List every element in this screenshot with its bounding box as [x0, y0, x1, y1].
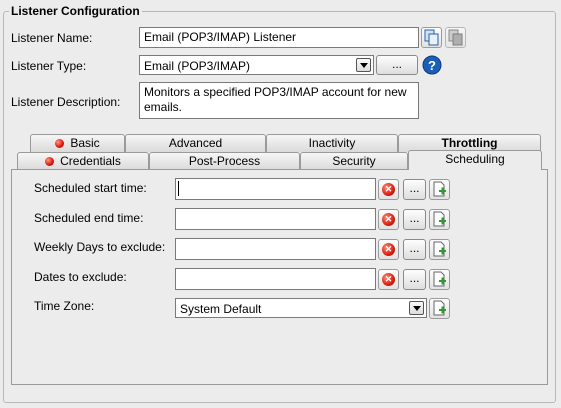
weekly-days-input[interactable] [175, 238, 376, 260]
dates-exclude-clear-button[interactable] [378, 269, 399, 290]
error-dot-icon [45, 157, 55, 166]
time-zone-label: Time Zone: [34, 299, 95, 313]
listener-type-browse-button[interactable]: ... [376, 55, 418, 75]
listener-name-input[interactable]: Email (POP3/IMAP) Listener [139, 27, 419, 48]
listener-description-label: Listener Description: [11, 95, 121, 109]
tab-post-process[interactable]: Post-Process [149, 152, 300, 170]
tab-credentials[interactable]: Credentials [17, 152, 149, 170]
paste-icon [448, 29, 463, 46]
listener-name-label: Listener Name: [11, 31, 93, 45]
paste-button[interactable] [445, 27, 466, 48]
weekly-days-browse-button[interactable]: ... [403, 239, 426, 260]
weekly-days-label: Weekly Days to exclude: [34, 240, 166, 254]
chevron-down-icon[interactable] [409, 301, 424, 315]
end-time-input[interactable] [175, 208, 376, 230]
add-variable-icon [433, 211, 446, 227]
end-time-browse-button[interactable]: ... [403, 209, 426, 230]
copy-icon [424, 29, 439, 46]
add-variable-icon [433, 181, 446, 197]
add-variable-icon [433, 241, 446, 257]
copy-button[interactable] [421, 27, 442, 48]
start-time-browse-button[interactable]: ... [403, 179, 426, 200]
start-time-input[interactable] [175, 178, 376, 200]
add-variable-icon [433, 300, 446, 316]
chevron-down-icon[interactable] [356, 58, 371, 72]
help-icon[interactable]: ? [422, 55, 442, 75]
weekly-days-clear-button[interactable] [378, 239, 399, 260]
error-dot-icon [55, 139, 65, 148]
dates-exclude-add-button[interactable] [429, 269, 450, 290]
time-zone-value: System Default [180, 302, 262, 316]
listener-type-select[interactable]: Email (POP3/IMAP) [139, 55, 374, 75]
svg-text:?: ? [428, 58, 436, 73]
end-time-label: Scheduled end time: [34, 211, 144, 225]
start-time-add-button[interactable] [429, 179, 450, 200]
end-time-clear-button[interactable] [378, 209, 399, 230]
group-title: Listener Configuration [9, 4, 142, 18]
listener-type-value: Email (POP3/IMAP) [144, 59, 251, 73]
add-variable-icon [433, 271, 446, 287]
time-zone-add-button[interactable] [429, 298, 450, 319]
text-cursor [178, 181, 179, 196]
tab-security[interactable]: Security [300, 152, 408, 170]
weekly-days-add-button[interactable] [429, 239, 450, 260]
start-time-label: Scheduled start time: [34, 181, 147, 195]
start-time-clear-button[interactable] [378, 179, 399, 200]
listener-type-label: Listener Type: [11, 59, 87, 73]
dates-exclude-input[interactable] [175, 268, 376, 290]
tab-basic[interactable]: Basic [30, 134, 125, 152]
time-zone-select[interactable]: System Default [175, 298, 427, 318]
listener-description-input[interactable]: Monitors a specified POP3/IMAP account f… [139, 82, 419, 119]
tab-scheduling[interactable]: Scheduling [408, 150, 542, 170]
end-time-add-button[interactable] [429, 209, 450, 230]
tab-inactivity[interactable]: Inactivity [266, 134, 398, 152]
dates-exclude-browse-button[interactable]: ... [403, 269, 426, 290]
dates-exclude-label: Dates to exclude: [34, 270, 127, 284]
tab-advanced[interactable]: Advanced [125, 134, 266, 152]
